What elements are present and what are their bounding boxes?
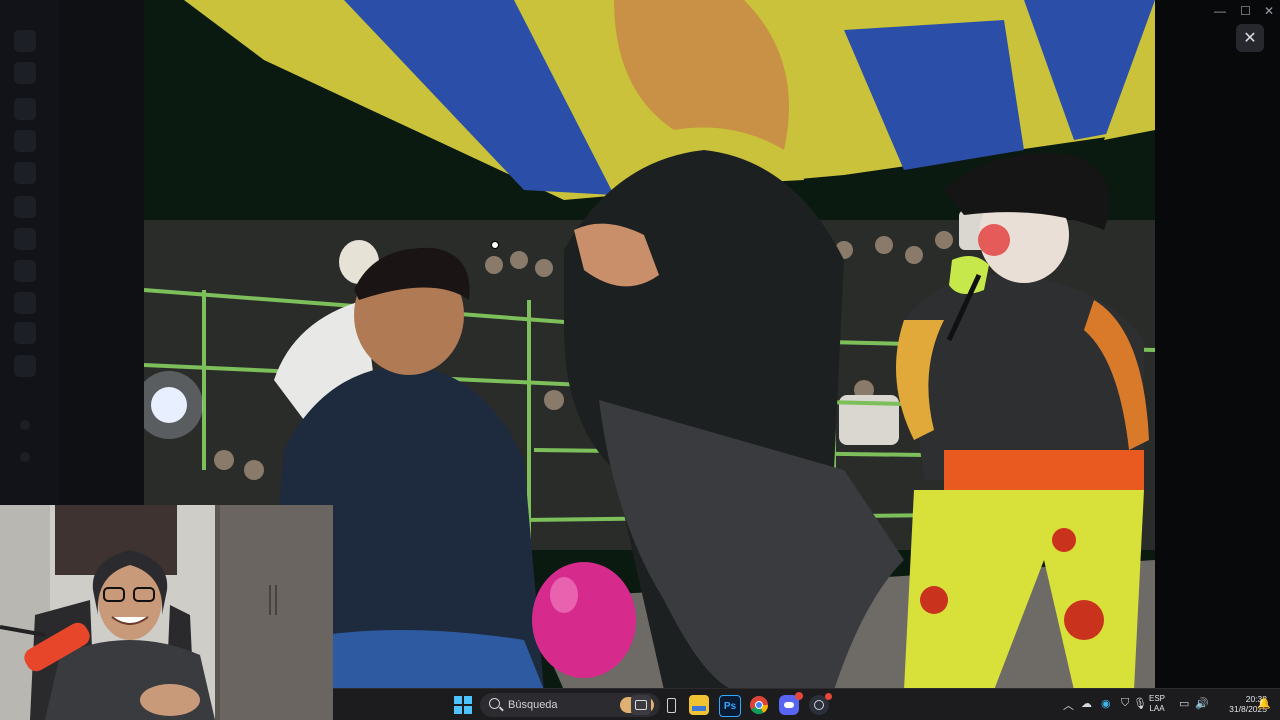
discord-icon[interactable] (779, 692, 803, 715)
search-label: Búsqueda (508, 699, 558, 711)
steam-icon[interactable] (809, 693, 832, 715)
dimmed-app-icon (14, 30, 36, 52)
network-icon[interactable]: ▭ (1179, 697, 1189, 710)
search-icon (489, 698, 500, 709)
windows-start-icon[interactable] (453, 695, 473, 715)
volume-icon[interactable]: 🔊 (1195, 697, 1209, 710)
pink-balloon (532, 562, 636, 678)
file-explorer-icon[interactable] (689, 695, 709, 715)
chevron-up-icon[interactable]: ︿ (1063, 697, 1074, 713)
dimmed-app-icon (14, 292, 36, 314)
shield-icon[interactable]: ⛉ (1121, 697, 1129, 710)
dimmed-app-icon (14, 62, 36, 84)
dimmed-sidebar (0, 0, 58, 505)
dimmed-app-icon (14, 322, 36, 344)
dimmed-app-icon (14, 260, 36, 282)
notification-badge (825, 693, 832, 700)
microphone-icon[interactable]: 🎙 (1133, 697, 1147, 710)
webcam-overlay (0, 505, 333, 720)
dimmed-panel (58, 0, 144, 505)
notification-bell-icon[interactable]: 🔔 (1257, 697, 1271, 710)
cloud-icon[interactable]: ☁ (1081, 697, 1092, 710)
minimize-icon[interactable]: — (1214, 4, 1226, 18)
dimmed-app-icon (14, 98, 36, 120)
dimmed-app-icon (14, 130, 36, 152)
window-close-icon[interactable]: ✕ (1264, 4, 1274, 18)
notification-badge (795, 692, 803, 700)
taskbar: Búsqueda Ps ︿ ☁ ◉ ⛉ 🎙 ESP LAA ▭ 🔊 20:38 … (333, 688, 1280, 720)
dimmed-app-icon (14, 228, 36, 250)
dimmed-app-icon (14, 196, 36, 218)
language-indicator[interactable]: ESP LAA (1149, 694, 1165, 714)
phone-icon[interactable] (661, 695, 681, 715)
chrome-icon[interactable] (749, 695, 769, 715)
dimmed-app-icon (14, 162, 36, 184)
sync-icon[interactable]: ◉ (1101, 697, 1111, 710)
photoshop-icon[interactable]: Ps (719, 695, 741, 717)
language-code: ESP (1149, 694, 1166, 703)
webcam-scene (0, 505, 333, 720)
task-view-icon[interactable] (631, 695, 651, 715)
dimmed-right-area (1155, 0, 1280, 690)
close-viewer-button[interactable]: ✕ (1236, 24, 1264, 52)
dimmed-app-icon (14, 355, 36, 377)
dimmed-dot-icon (20, 420, 30, 430)
layout-code: LAA (1149, 704, 1165, 713)
close-icon: ✕ (1243, 30, 1257, 47)
dimmed-dot-icon (20, 452, 30, 462)
maximize-icon[interactable]: ☐ (1240, 4, 1251, 18)
